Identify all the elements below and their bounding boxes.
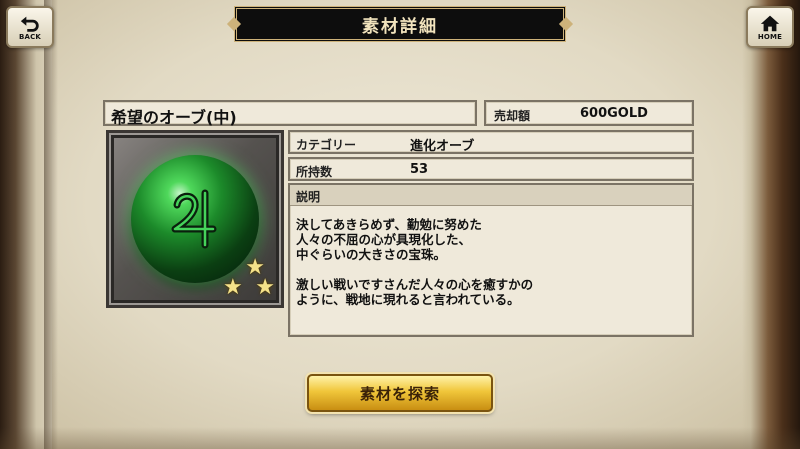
description-line: ように、戦地に現れると言われている。 (296, 292, 520, 307)
category-value: 進化オーブ (410, 139, 475, 154)
book-spine-shadow (44, 0, 58, 449)
sell-price-label: 売却額 (494, 109, 531, 123)
owned-count-label: 所持数 (296, 165, 333, 179)
home-button[interactable]: HOME (746, 6, 794, 48)
owned-count-value: 53 (410, 162, 429, 177)
star-icon: ★ (223, 275, 243, 300)
description-box: 説明 決してあきらめず、勤勉に努めた 人々の不屈の心が具現化した、 中ぐらいの大… (288, 183, 694, 337)
description-label: 説明 (296, 190, 321, 204)
back-label: BACK (18, 33, 42, 41)
item-name: 希望のオーブ(中) (111, 108, 237, 127)
description-blank-line (296, 262, 686, 277)
star-icon: ★ (255, 275, 275, 300)
rarity-stars: ★ ★ ★ (223, 257, 275, 299)
description-line: 中ぐらいの大きさの宝珠。 (296, 247, 447, 262)
search-material-button[interactable]: 素材を探索 (307, 374, 493, 412)
sell-price-value: 600GOLD (580, 106, 648, 121)
description-line: 決してあきらめず、勤勉に努めた (296, 217, 482, 232)
description-line: 激しい戦いですさんだ人々の心を癒すかの (296, 277, 534, 292)
search-material-label: 素材を探索 (359, 384, 440, 403)
description-text: 決してあきらめず、勤勉に努めた 人々の不屈の心が具現化した、 中ぐらいの大きさの… (296, 217, 686, 307)
book-bottom-shadow (0, 427, 800, 449)
item-name-box: 希望のオーブ(中) (103, 100, 477, 127)
book-right-edge (742, 0, 800, 449)
category-label: カテゴリー (296, 138, 357, 152)
home-icon (760, 15, 780, 32)
sell-price-box: 売却額 600GOLD (484, 100, 694, 126)
description-header: 説明 (290, 185, 692, 206)
page-title: 素材詳細 (362, 16, 438, 37)
title-banner: 素材詳細 (234, 6, 566, 42)
home-label: HOME (757, 33, 783, 41)
description-line: 人々の不屈の心が具現化した、 (296, 232, 472, 247)
jupiter-symbol-icon (171, 189, 217, 249)
back-button[interactable]: BACK (6, 6, 54, 48)
back-arrow-icon (20, 16, 39, 32)
category-row: カテゴリー 進化オーブ (288, 130, 694, 154)
item-image-frame: ★ ★ ★ (106, 130, 284, 308)
owned-count-row: 所持数 53 (288, 157, 694, 181)
